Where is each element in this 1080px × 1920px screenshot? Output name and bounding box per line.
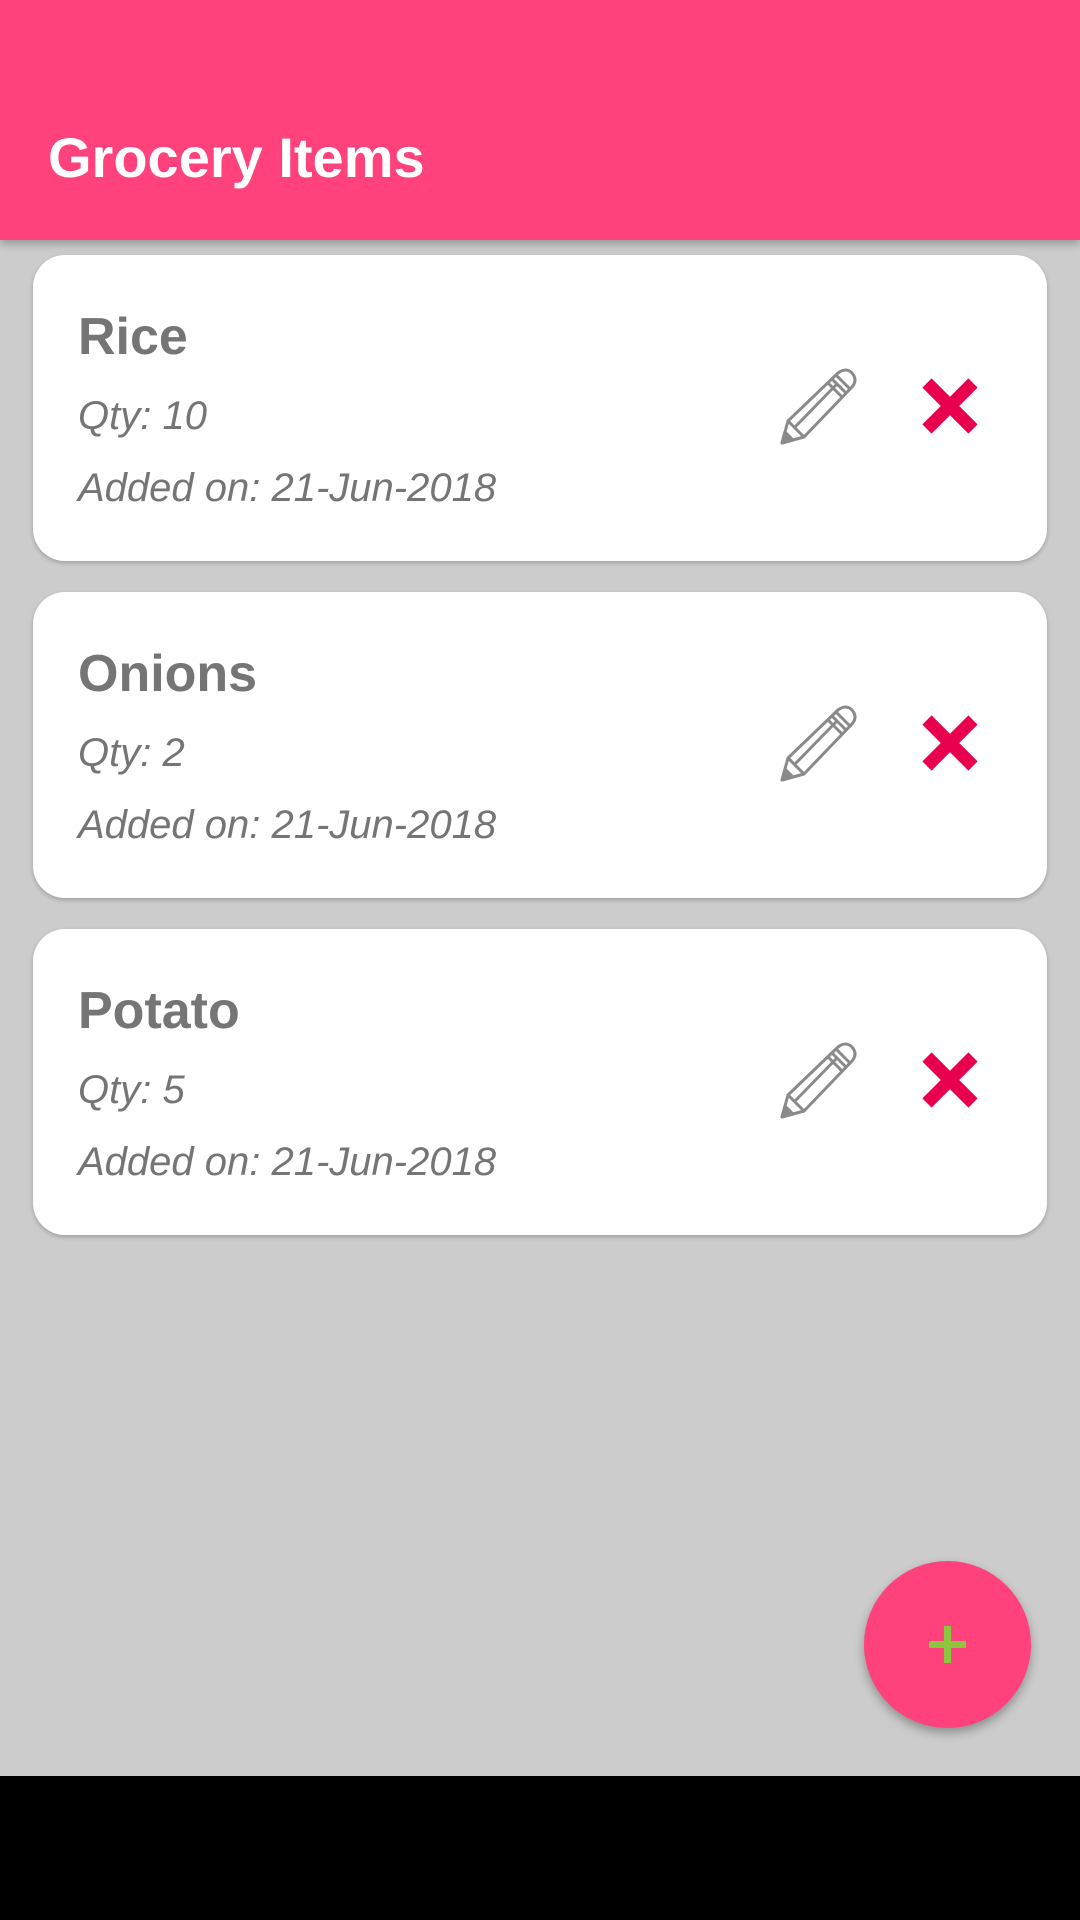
item-added-date: Added on: 21-Jun-2018 bbox=[78, 1140, 497, 1184]
item-name: Rice bbox=[78, 308, 188, 366]
close-icon bbox=[922, 1052, 978, 1108]
page-title: Grocery Items bbox=[48, 126, 425, 189]
screen: Grocery Items Rice Qty: 10 Added on: 21-… bbox=[0, 0, 1080, 1920]
pencil-icon bbox=[780, 1042, 857, 1119]
edit-button[interactable] bbox=[776, 1039, 860, 1123]
item-name: Potato bbox=[78, 982, 240, 1040]
item-name: Onions bbox=[78, 645, 258, 703]
edit-button[interactable] bbox=[776, 702, 860, 786]
list-item[interactable]: Rice Qty: 10 Added on: 21-Jun-2018 bbox=[33, 255, 1047, 561]
pencil-icon bbox=[780, 368, 857, 445]
grocery-list: Rice Qty: 10 Added on: 21-Jun-2018 Onion… bbox=[33, 255, 1047, 1266]
edit-button[interactable] bbox=[776, 365, 860, 449]
item-quantity: Qty: 2 bbox=[78, 731, 185, 775]
list-item[interactable]: Onions Qty: 2 Added on: 21-Jun-2018 bbox=[33, 592, 1047, 898]
delete-button[interactable] bbox=[919, 1049, 981, 1111]
delete-button[interactable] bbox=[919, 712, 981, 774]
add-item-button[interactable] bbox=[864, 1561, 1031, 1728]
plus-icon bbox=[929, 1626, 966, 1663]
item-quantity: Qty: 10 bbox=[78, 394, 207, 438]
system-navigation-bar bbox=[0, 1776, 1080, 1920]
item-quantity: Qty: 5 bbox=[78, 1068, 185, 1112]
close-icon bbox=[922, 378, 978, 434]
item-added-date: Added on: 21-Jun-2018 bbox=[78, 803, 497, 847]
item-added-date: Added on: 21-Jun-2018 bbox=[78, 466, 497, 510]
list-item[interactable]: Potato Qty: 5 Added on: 21-Jun-2018 bbox=[33, 929, 1047, 1235]
pencil-icon bbox=[780, 705, 857, 782]
close-icon bbox=[922, 715, 978, 771]
delete-button[interactable] bbox=[919, 375, 981, 437]
app-bar: Grocery Items bbox=[0, 0, 1080, 240]
